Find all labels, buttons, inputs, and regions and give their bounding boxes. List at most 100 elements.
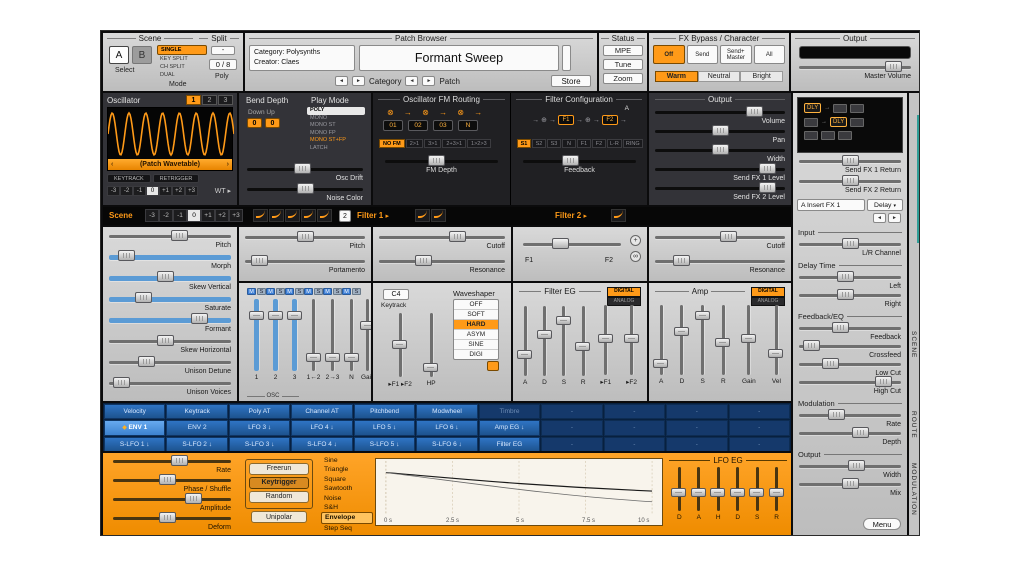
slider-2-3[interactable]: MS2→3	[323, 288, 342, 381]
option-3[interactable]: +3	[229, 209, 243, 222]
delay-fx-node[interactable]: DLY	[830, 117, 847, 127]
option-off[interactable]: Off	[653, 45, 685, 64]
fx-slot-box[interactable]	[833, 104, 847, 113]
slider-handle[interactable]	[673, 255, 690, 266]
option-2[interactable]: 2	[202, 95, 217, 105]
option-s-h[interactable]: S&H	[321, 503, 373, 512]
option-01[interactable]: 01	[383, 120, 403, 131]
option-all[interactable]: All	[754, 45, 786, 64]
slider-send-fx-1-level[interactable]: Send FX 1 Level	[655, 163, 785, 182]
bend-down-value[interactable]: 0	[247, 118, 262, 128]
slider-crossfeed[interactable]: Crossfeed	[799, 340, 901, 358]
mod-source-item[interactable]: -	[666, 420, 727, 436]
option-1[interactable]: 1	[186, 95, 201, 105]
bend-up-value[interactable]: 0	[265, 118, 280, 128]
slider-handle[interactable]	[113, 377, 130, 388]
slider-pitch[interactable]: Pitch	[109, 230, 231, 251]
slider-mix[interactable]: Mix	[799, 478, 901, 496]
slider-send-fx-2-return[interactable]: Send FX 2 Return	[799, 175, 901, 195]
filter2-link-button[interactable]: ∞	[630, 251, 641, 262]
mute-button[interactable]: M	[304, 288, 313, 295]
option-2[interactable]: +2	[215, 209, 229, 222]
slider-2[interactable]: MS2	[266, 288, 285, 381]
option-send[interactable]: Send	[687, 45, 719, 64]
option-bright[interactable]: Bright	[740, 71, 783, 82]
slider-handle[interactable]	[875, 376, 892, 387]
slider-handle[interactable]	[297, 231, 314, 242]
filter-curve-icon[interactable]	[431, 209, 446, 222]
option-3[interactable]: -3	[107, 186, 120, 196]
slider-formant[interactable]: Formant	[109, 314, 231, 335]
store-button[interactable]: Store	[551, 75, 591, 87]
slider-unison-detune[interactable]: Unison Detune	[109, 356, 231, 377]
slider-handle[interactable]	[842, 155, 859, 166]
slider-d[interactable]: D	[542, 306, 547, 386]
slider-handle[interactable]	[297, 183, 314, 194]
oscillator-waveform-display[interactable]: ‹ (Patch Wavetable) ›	[107, 107, 233, 171]
slider-rate[interactable]: Rate	[113, 455, 231, 474]
slider-skew-vertical[interactable]: Skew Vertical	[109, 272, 231, 293]
option-warm[interactable]: Warm	[655, 71, 698, 82]
slider-handle[interactable]	[671, 488, 686, 497]
option-freerun[interactable]: Freerun	[249, 463, 309, 475]
slider-handle[interactable]	[828, 409, 845, 420]
filter-balance-slider[interactable]	[523, 243, 621, 246]
filter-subtype-box[interactable]: 2	[339, 210, 351, 222]
mod-source-modwheel[interactable]: Modwheel	[416, 404, 477, 419]
option-mono-fp[interactable]: MONO FP	[307, 130, 365, 138]
slider-handle[interactable]	[842, 175, 859, 186]
option-poly[interactable]: POLY	[307, 107, 365, 115]
option-envelope[interactable]: Envelope	[321, 512, 373, 523]
solo-button[interactable]: S	[314, 288, 323, 295]
keytrack-button[interactable]: KEYTRACK	[107, 174, 151, 183]
slider-handle[interactable]	[537, 330, 552, 339]
slider-handle[interactable]	[712, 125, 729, 136]
slider-feedback[interactable]: Feedback	[799, 322, 901, 340]
option-digital[interactable]: DIGITAL	[751, 287, 785, 297]
waveshaper-drive-button[interactable]	[487, 361, 499, 371]
mod-source-env-2[interactable]: ENV 2	[166, 420, 227, 436]
slider-handle[interactable]	[392, 340, 407, 349]
filter-curve-icon[interactable]	[611, 209, 626, 222]
slider-width[interactable]: Width	[799, 460, 901, 478]
slider-a[interactable]: A	[659, 305, 663, 385]
option-hard[interactable]: HARD	[454, 320, 498, 330]
option-n[interactable]: N	[562, 139, 576, 148]
solo-button[interactable]: S	[352, 288, 361, 295]
slider-handle[interactable]	[768, 349, 783, 358]
scene-a-button[interactable]: A	[109, 46, 129, 64]
slider-handle[interactable]	[185, 493, 202, 504]
slider-feedback[interactable]: Feedback	[523, 155, 636, 175]
option-square[interactable]: Square	[321, 475, 373, 484]
slider-handle[interactable]	[138, 356, 155, 367]
filter-balance-handle[interactable]	[552, 238, 569, 249]
slider-3[interactable]: MS3	[285, 288, 304, 381]
mod-source-channel-at[interactable]: Channel AT	[291, 404, 352, 419]
option-soft[interactable]: SOFT	[454, 310, 498, 320]
split-point-value[interactable]: -	[211, 46, 235, 55]
slider-a[interactable]: A	[523, 306, 527, 386]
mod-source-item[interactable]: -	[666, 404, 727, 419]
option-asym[interactable]: ASYM	[454, 330, 498, 340]
patch-favorite-button[interactable]	[562, 45, 571, 71]
slider-handle[interactable]	[837, 289, 854, 300]
slider-send-fx-1-return[interactable]: Send FX 1 Return	[799, 155, 901, 175]
scene-b-button[interactable]: B	[132, 46, 152, 64]
slider-portamento[interactable]: Portamento	[245, 255, 365, 279]
slider-phase-shuffle[interactable]: Phase / Shuffle	[113, 474, 231, 493]
slider-hp[interactable]: HP	[427, 313, 436, 388]
filter-curve-icon[interactable]	[415, 209, 430, 222]
option-0[interactable]: 0	[146, 186, 159, 196]
slider-f1-f2[interactable]: ▸F1 ▸F2	[388, 313, 412, 388]
slider-handle[interactable]	[842, 238, 859, 249]
option-s3[interactable]: S3	[547, 139, 561, 148]
slider-handle[interactable]	[423, 363, 438, 372]
slider-d[interactable]: D	[677, 467, 682, 521]
option-send-master[interactable]: Send+ Master	[720, 45, 752, 64]
slider-handle[interactable]	[306, 353, 321, 362]
slider-amplitude[interactable]: Amplitude	[113, 493, 231, 512]
slider-s[interactable]: S	[755, 467, 759, 521]
patch-name[interactable]: Formant Sweep	[359, 45, 559, 71]
insert-prev-button[interactable]: ◄	[873, 213, 886, 223]
slider-handle[interactable]	[803, 340, 820, 351]
